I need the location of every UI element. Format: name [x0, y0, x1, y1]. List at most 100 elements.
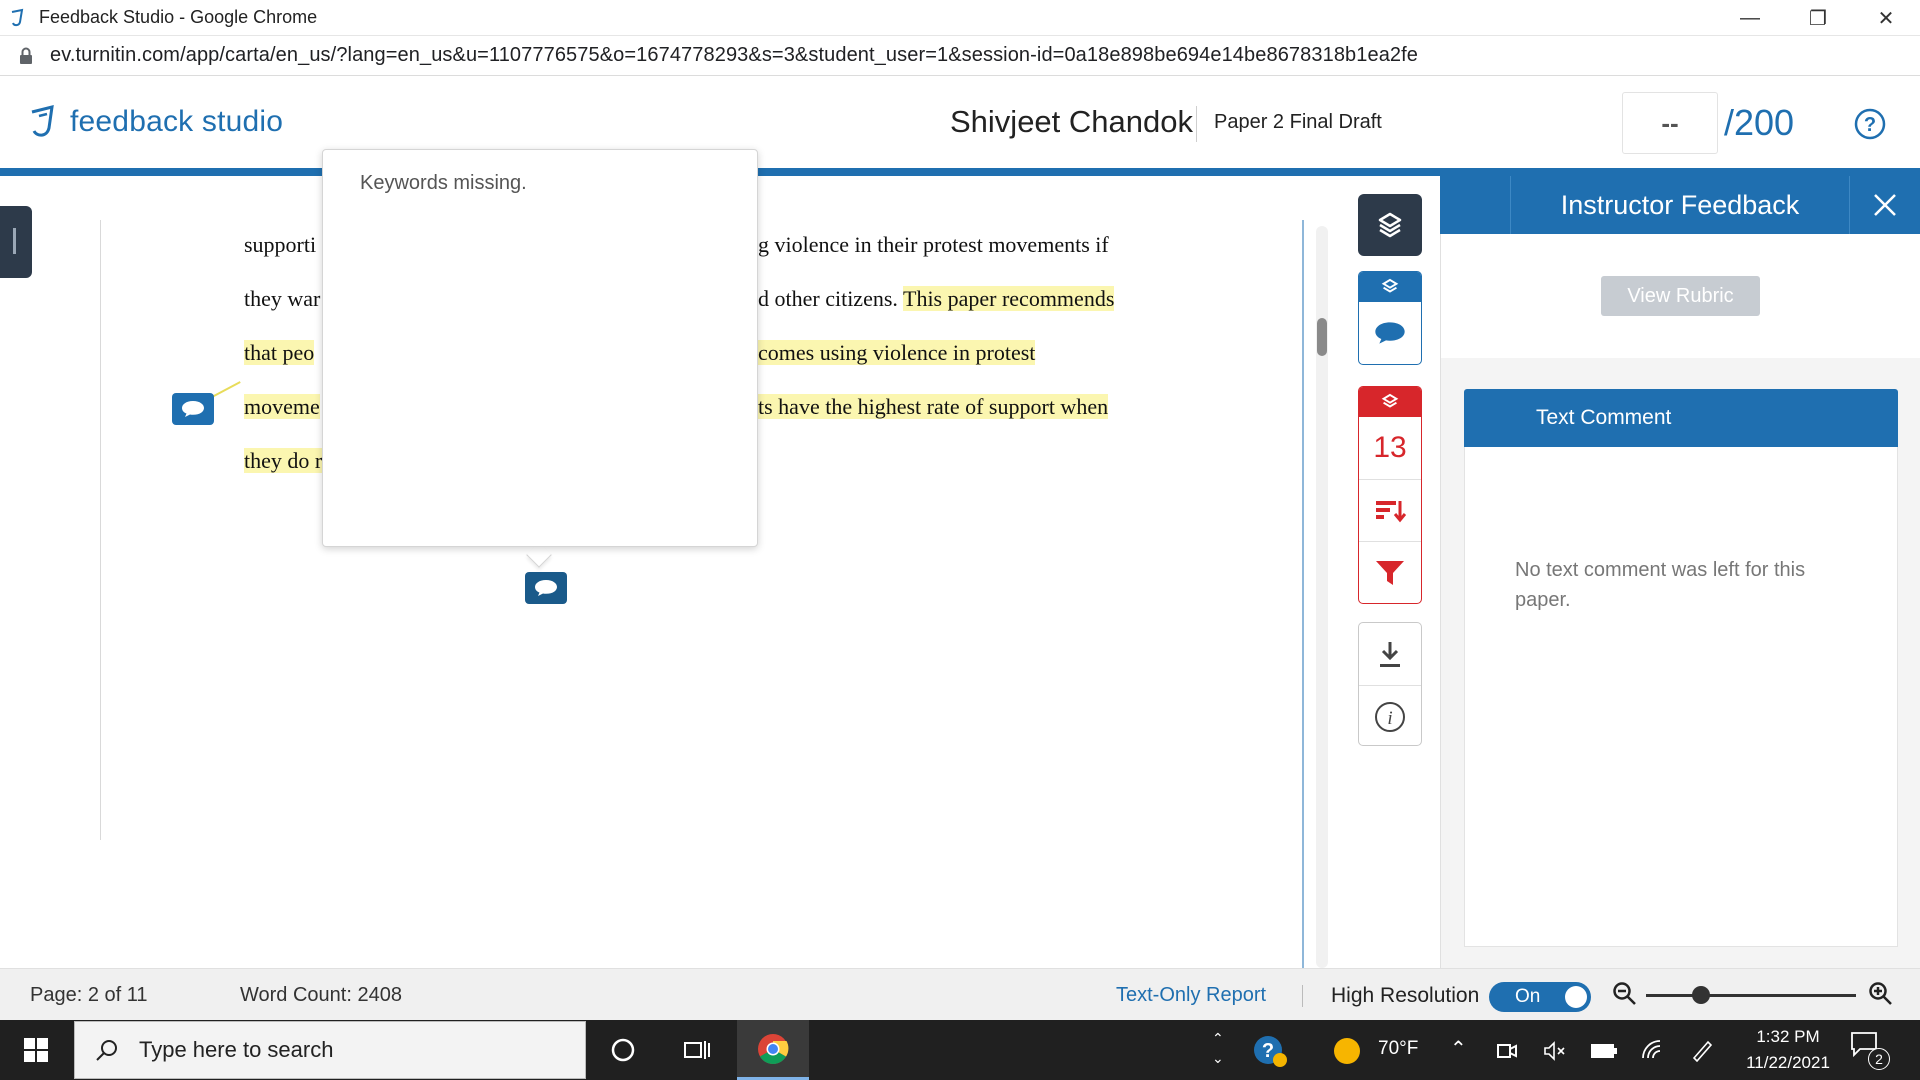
info-icon: i: [1375, 701, 1405, 732]
clock-date: 11/22/2021: [1746, 1053, 1830, 1072]
action-center-button[interactable]: 2: [1850, 1030, 1894, 1072]
taskbar-clock[interactable]: 1:32 PM 11/22/2021: [1740, 1024, 1836, 1076]
highlighted-text[interactable]: comes using violence in protest: [758, 340, 1036, 365]
student-name: Shivjeet Chandok: [950, 104, 1193, 139]
svg-text:i: i: [1387, 708, 1392, 729]
download-icon: [1380, 642, 1400, 667]
document-line: ts have the highest rate of support when: [758, 393, 1109, 421]
layers-icon: [1381, 278, 1399, 293]
taskbar-search-box[interactable]: Type here to search: [74, 1021, 586, 1079]
pen-icon[interactable]: [1690, 1038, 1714, 1062]
chrome-icon: [758, 1033, 789, 1064]
minimize-button[interactable]: —: [1716, 0, 1784, 36]
comment-bubble-icon: [1375, 322, 1405, 344]
close-window-button[interactable]: ✕: [1852, 0, 1920, 36]
highlighted-text[interactable]: they do r: [244, 448, 323, 473]
document-line: d other citizens. This paper recommends: [758, 286, 1115, 311]
panel-title: Instructor Feedback: [1560, 189, 1800, 220]
layers-icon: [1381, 393, 1399, 408]
info-button[interactable]: i: [1359, 685, 1421, 747]
filter-button[interactable]: [1359, 541, 1421, 603]
address-bar[interactable]: ev.turnitin.com/app/carta/en_us/?lang=en…: [0, 36, 1920, 76]
grading-layer-panel: [1358, 271, 1422, 365]
window-title: Feedback Studio - Google Chrome: [39, 7, 318, 27]
cortana-button[interactable]: [588, 1020, 658, 1080]
grade-input[interactable]: --: [1622, 92, 1718, 154]
instructor-feedback-header: Instructor Feedback: [1440, 176, 1920, 234]
comment-marker-icon[interactable]: [172, 393, 214, 425]
comments-button[interactable]: [1359, 302, 1421, 364]
text-comment-empty-message: No text comment was left for this paper.: [1515, 559, 1806, 611]
filter-icon: [1376, 560, 1404, 585]
tray-scroll-arrows[interactable]: ⌃ ⌄: [1212, 1028, 1224, 1068]
weather-sun-icon[interactable]: [1333, 1037, 1361, 1065]
zoom-slider[interactable]: [1646, 994, 1856, 997]
turnitin-app-icon: [11, 8, 24, 26]
similarity-layer-panel: 13: [1358, 386, 1422, 604]
document-scroll-thumb[interactable]: [1317, 318, 1327, 356]
highlighted-text[interactable]: moveme: [244, 394, 320, 419]
restore-button[interactable]: ❐: [1784, 0, 1852, 36]
close-panel-button[interactable]: [1850, 176, 1920, 234]
status-bar: Page: 2 of 11 Word Count: 2408 Text-Only…: [0, 968, 1920, 1020]
help-icon[interactable]: ?: [1854, 108, 1886, 140]
url-text[interactable]: ev.turnitin.com/app/carta/en_us/?lang=en…: [50, 44, 1418, 67]
status-divider: [1302, 985, 1303, 1007]
close-icon: [1874, 194, 1896, 216]
sort-button[interactable]: [1359, 479, 1421, 541]
document-line: comes using violence in protest: [758, 339, 1036, 367]
search-icon: [96, 1040, 117, 1061]
flag-count: 13: [1373, 431, 1407, 464]
weather-temperature[interactable]: 70°F: [1378, 1038, 1418, 1060]
document-line: g violence in their protest movements if: [758, 232, 1109, 257]
similarity-layer-header[interactable]: [1359, 387, 1421, 417]
start-button[interactable]: [0, 1020, 72, 1080]
feedback-studio-logo[interactable]: feedback studio: [28, 104, 283, 140]
highlighted-text[interactable]: that peo: [244, 340, 315, 365]
document-line: supporti: [244, 232, 317, 257]
chrome-taskbar-button[interactable]: [737, 1020, 809, 1080]
page-right-edge: [1302, 220, 1304, 968]
volume-muted-icon[interactable]: [1543, 1040, 1567, 1062]
high-resolution-label: High Resolution: [1331, 984, 1480, 1007]
show-hidden-icons[interactable]: ⌃: [1450, 1036, 1467, 1061]
notification-count: 2: [1868, 1048, 1890, 1070]
page-left-edge: [100, 220, 101, 840]
side-panel-handle[interactable]: [0, 206, 32, 278]
word-count: Word Count: 2408: [240, 984, 402, 1006]
view-rubric-button[interactable]: View Rubric: [1601, 276, 1760, 316]
task-view-button[interactable]: [662, 1020, 732, 1080]
svg-text:?: ?: [1864, 114, 1876, 136]
text-only-report-link[interactable]: Text-Only Report: [1116, 984, 1266, 1007]
highlighted-text[interactable]: This paper recommends: [903, 286, 1115, 311]
layers-button[interactable]: [1358, 194, 1422, 256]
meet-now-icon[interactable]: [1496, 1040, 1518, 1062]
layers-icon: [1378, 212, 1402, 238]
feedback-studio-logo-icon: [31, 105, 54, 137]
text-comment-body: No text comment was left for this paper.: [1464, 447, 1898, 947]
task-view-icon: [684, 1041, 710, 1059]
windows-taskbar: Type here to search ⌃ ⌄ ? 70°F ⌃ 1:32 PM…: [0, 1020, 1920, 1080]
browser-title-bar: Feedback Studio - Google Chrome — ❐ ✕: [0, 0, 1920, 36]
toggle-state: On: [1515, 986, 1541, 1007]
highlighted-text[interactable]: ts have the highest rate of support when: [758, 394, 1109, 419]
help-app-icon[interactable]: ?: [1252, 1034, 1288, 1068]
wifi-icon[interactable]: [1640, 1038, 1664, 1062]
grade-total: /200: [1724, 102, 1795, 143]
battery-icon[interactable]: [1590, 1042, 1618, 1060]
flag-count-button[interactable]: 13: [1359, 417, 1421, 479]
header-accent-strip: [0, 168, 1920, 176]
svg-text:?: ?: [1262, 1040, 1274, 1062]
high-resolution-toggle[interactable]: On: [1489, 982, 1591, 1012]
header-divider: [1196, 106, 1197, 142]
lock-icon: [20, 47, 32, 64]
grading-layer-header[interactable]: [1359, 272, 1421, 302]
zoom-in-icon[interactable]: [1868, 981, 1894, 1007]
download-button[interactable]: [1359, 623, 1421, 685]
quickmark-comment-icon[interactable]: [525, 572, 567, 604]
utility-panel: i: [1358, 622, 1422, 746]
zoom-slider-handle[interactable]: [1692, 986, 1710, 1004]
search-placeholder: Type here to search: [139, 1037, 334, 1062]
document-line: they war: [244, 286, 321, 311]
zoom-out-icon[interactable]: [1612, 981, 1638, 1007]
